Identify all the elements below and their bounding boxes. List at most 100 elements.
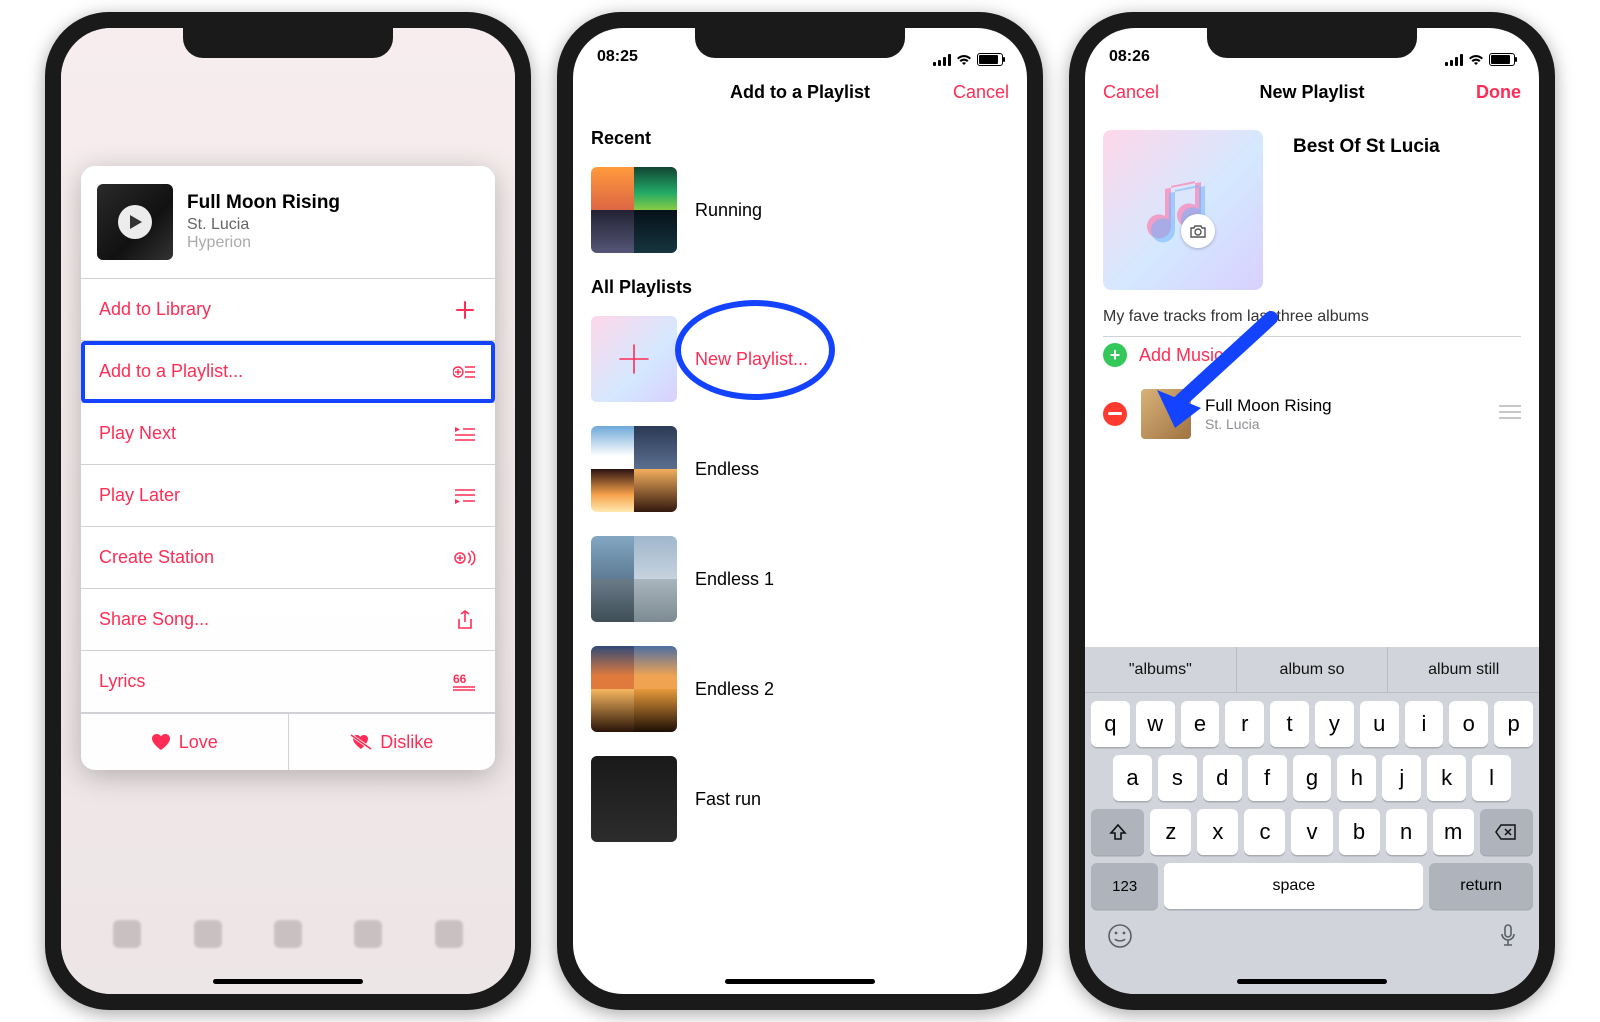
track-row[interactable]: Full Moon Rising St. Lucia (1085, 381, 1539, 447)
done-button[interactable]: Done (1476, 82, 1521, 103)
plus-icon (453, 300, 477, 320)
playlist-thumb (591, 167, 677, 253)
nav-title: Add to a Playlist (730, 82, 870, 103)
key-backspace[interactable] (1480, 809, 1533, 855)
action-label: Add to Library (99, 299, 211, 320)
dictation-icon[interactable] (1499, 923, 1517, 954)
key-e[interactable]: e (1181, 701, 1220, 747)
key-return[interactable]: return (1429, 863, 1533, 909)
suggestion-1[interactable]: "albums" (1085, 647, 1236, 692)
key-h[interactable]: h (1337, 755, 1376, 801)
key-s[interactable]: s (1158, 755, 1197, 801)
key-j[interactable]: j (1382, 755, 1421, 801)
song-artist: St. Lucia (187, 216, 340, 234)
key-space[interactable]: space (1164, 863, 1423, 909)
key-c[interactable]: c (1244, 809, 1285, 855)
keyboard[interactable]: "albums" album so album still q w e r t … (1085, 647, 1539, 994)
play-icon[interactable] (118, 205, 152, 239)
key-k[interactable]: k (1427, 755, 1466, 801)
key-i[interactable]: i (1405, 701, 1444, 747)
action-add-to-library[interactable]: Add to Library (81, 279, 495, 341)
playlist-row-new[interactable]: New Playlist... (573, 304, 1027, 414)
playlist-row-endless[interactable]: Endless (573, 414, 1027, 524)
new-playlist-thumb (591, 316, 677, 402)
track-thumb (1141, 389, 1191, 439)
key-t[interactable]: t (1270, 701, 1309, 747)
key-r[interactable]: r (1225, 701, 1264, 747)
battery-icon (1489, 53, 1515, 66)
dislike-label: Dislike (380, 732, 433, 753)
action-label: Share Song... (99, 609, 209, 630)
playlist-name: Endless 2 (695, 679, 774, 700)
home-indicator[interactable] (213, 979, 363, 984)
song-title: Full Moon Rising (187, 192, 340, 214)
key-x[interactable]: x (1197, 809, 1238, 855)
key-o[interactable]: o (1449, 701, 1488, 747)
remove-circle-icon[interactable] (1103, 402, 1127, 426)
action-share-song[interactable]: Share Song... (81, 589, 495, 651)
playlist-row-fastrun[interactable]: Fast run (573, 744, 1027, 854)
add-circle-icon: + (1103, 343, 1127, 367)
album-art[interactable] (97, 184, 173, 260)
track-title: Full Moon Rising (1205, 396, 1332, 416)
key-f[interactable]: f (1248, 755, 1287, 801)
nav-bar: Add to a Playlist Cancel (573, 68, 1027, 116)
phone-2: 08:25 Add to a Playlist Cancel Recent Ru… (557, 12, 1043, 1010)
key-p[interactable]: p (1494, 701, 1533, 747)
playlist-name: Endless (695, 459, 759, 480)
suggestion-2[interactable]: album so (1236, 647, 1388, 692)
key-z[interactable]: z (1150, 809, 1191, 855)
playlist-row-endless1[interactable]: Endless 1 (573, 524, 1027, 634)
playlist-add-icon (453, 362, 477, 382)
key-a[interactable]: a (1113, 755, 1152, 801)
suggestion-3[interactable]: album still (1387, 647, 1539, 692)
action-play-next[interactable]: Play Next (81, 403, 495, 465)
action-play-later[interactable]: Play Later (81, 465, 495, 527)
action-create-station[interactable]: Create Station (81, 527, 495, 589)
home-indicator[interactable] (1237, 979, 1387, 984)
key-n[interactable]: n (1386, 809, 1427, 855)
cancel-button[interactable]: Cancel (953, 82, 1009, 103)
key-u[interactable]: u (1360, 701, 1399, 747)
playlist-row-running[interactable]: Running (573, 155, 1027, 265)
heart-icon (151, 733, 171, 751)
key-m[interactable]: m (1433, 809, 1474, 855)
add-music-button[interactable]: + Add Music (1085, 337, 1539, 381)
song-album: Hyperion (187, 234, 340, 252)
reorder-handle-icon[interactable] (1499, 405, 1521, 424)
home-indicator[interactable] (725, 979, 875, 984)
key-l[interactable]: l (1472, 755, 1511, 801)
key-q[interactable]: q (1091, 701, 1130, 747)
playlist-name: Endless 1 (695, 569, 774, 590)
new-playlist-label: New Playlist... (695, 349, 808, 370)
key-w[interactable]: w (1136, 701, 1175, 747)
notch (1207, 28, 1417, 58)
playlist-thumb (591, 536, 677, 622)
track-artist: St. Lucia (1205, 416, 1332, 432)
play-later-icon (453, 486, 477, 506)
playlist-cover[interactable] (1103, 130, 1263, 290)
key-123[interactable]: 123 (1091, 863, 1158, 909)
action-lyrics[interactable]: Lyrics 66 (81, 651, 495, 713)
key-v[interactable]: v (1291, 809, 1332, 855)
key-y[interactable]: y (1315, 701, 1354, 747)
dislike-button[interactable]: Dislike (288, 714, 496, 770)
key-d[interactable]: d (1203, 755, 1242, 801)
nav-bar: Cancel New Playlist Done (1085, 68, 1539, 116)
key-b[interactable]: b (1339, 809, 1380, 855)
action-label: Add to a Playlist... (99, 361, 243, 382)
key-g[interactable]: g (1293, 755, 1332, 801)
description-field[interactable]: My fave tracks from last three albums (1085, 290, 1539, 336)
playlist-row-endless2[interactable]: Endless 2 (573, 634, 1027, 744)
love-button[interactable]: Love (81, 714, 288, 770)
camera-icon[interactable] (1181, 214, 1215, 248)
action-add-to-playlist[interactable]: Add to a Playlist... (81, 341, 495, 403)
key-shift[interactable] (1091, 809, 1144, 855)
playlist-name-field[interactable]: Best Of St Lucia (1281, 116, 1452, 158)
emoji-icon[interactable] (1107, 923, 1133, 954)
status-time: 08:25 (597, 48, 638, 66)
song-header[interactable]: Full Moon Rising St. Lucia Hyperion (81, 166, 495, 279)
notch (695, 28, 905, 58)
section-all: All Playlists (573, 265, 1027, 304)
cancel-button[interactable]: Cancel (1103, 82, 1159, 103)
